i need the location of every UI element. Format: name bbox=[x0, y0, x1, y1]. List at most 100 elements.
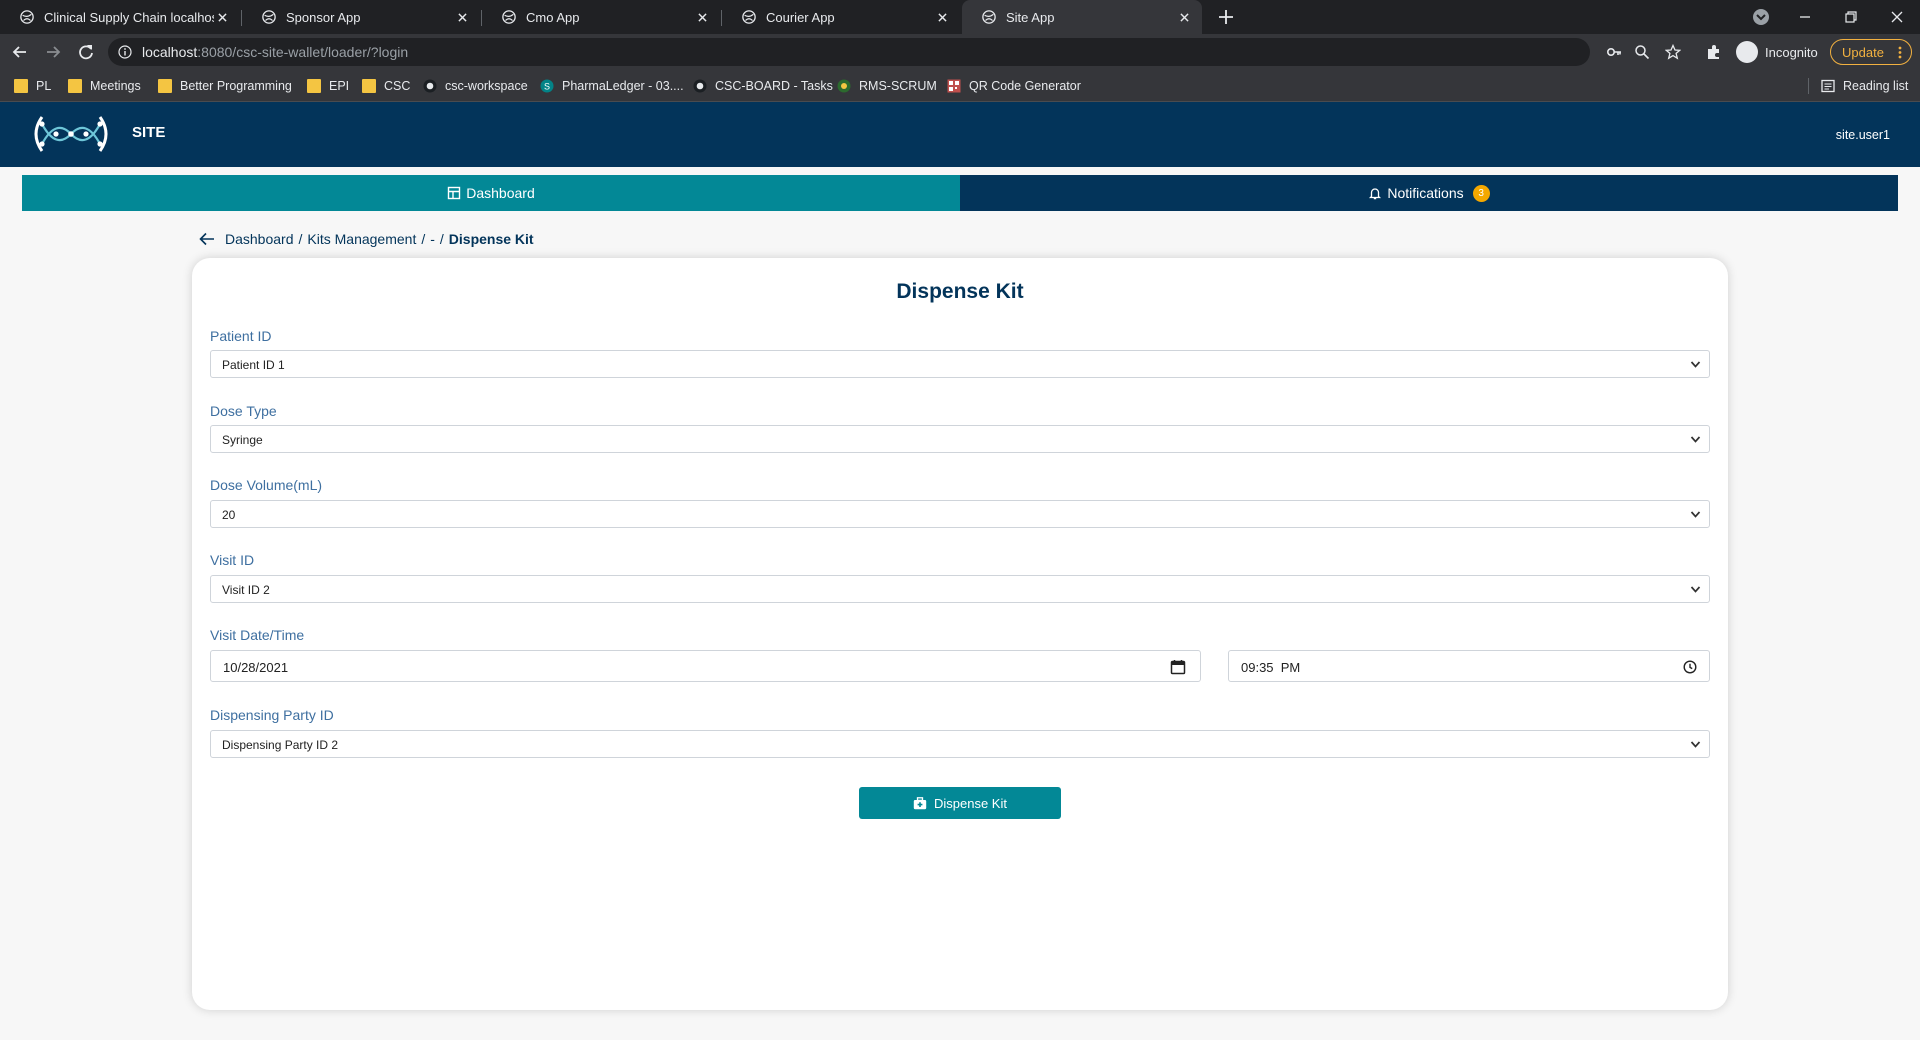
browser-tab-title: Clinical Supply Chain localhost bbox=[44, 9, 214, 25]
dose-type-value: Syringe bbox=[222, 433, 263, 447]
chevron-down-icon bbox=[1690, 436, 1701, 443]
dispense-kit-card: Dispense Kit Patient ID Patient ID 1 Dos… bbox=[192, 258, 1728, 1010]
dose-type-select[interactable]: Syringe bbox=[210, 425, 1710, 453]
browser-tab[interactable]: Cmo App bbox=[482, 0, 720, 34]
dispense-kit-button[interactable]: Dispense Kit bbox=[859, 787, 1061, 819]
page-title: Dispense Kit bbox=[896, 280, 1024, 303]
minimize-icon[interactable] bbox=[1794, 6, 1816, 28]
bookmark-star-icon[interactable] bbox=[1665, 44, 1681, 60]
breadcrumb-separator: / bbox=[439, 231, 444, 247]
browser-tab-active[interactable]: Site App bbox=[962, 0, 1202, 34]
bookmark-label: RMS-SCRUM bbox=[859, 79, 937, 93]
back-icon[interactable] bbox=[10, 42, 30, 62]
browser-tab-strip: Clinical Supply Chain localhost Sponsor … bbox=[0, 0, 1920, 34]
arrow-left-icon[interactable] bbox=[198, 230, 216, 248]
globe-icon bbox=[262, 10, 276, 24]
zoom-icon[interactable] bbox=[1634, 44, 1650, 60]
breadcrumb: Dashboard / Kits Management / - / Dispen… bbox=[198, 229, 534, 249]
app-nav-tabs: Dashboard Notifications 3 bbox=[22, 175, 1898, 211]
close-icon[interactable] bbox=[694, 9, 710, 25]
visit-time-input[interactable]: 09:35 PM bbox=[1228, 650, 1710, 682]
github-icon bbox=[423, 79, 437, 93]
svg-text:S: S bbox=[544, 82, 550, 92]
visit-time-value: 09:35 PM bbox=[1241, 660, 1301, 675]
browser-tab-title: Courier App bbox=[766, 9, 835, 25]
window-close-icon[interactable] bbox=[1886, 6, 1908, 28]
reload-icon[interactable] bbox=[76, 42, 96, 62]
bookmark-item[interactable]: RMS-SCRUM bbox=[837, 77, 937, 95]
incognito-icon bbox=[1736, 41, 1758, 63]
globe-icon bbox=[742, 10, 756, 24]
restore-icon[interactable] bbox=[1840, 6, 1862, 28]
chevron-down-icon bbox=[1690, 586, 1701, 593]
address-bar[interactable]: localhost:8080/csc-site-wallet/loader/?l… bbox=[108, 38, 1681, 66]
visit-date-value: 10/28/2021 bbox=[223, 660, 289, 675]
sharepoint-icon: S bbox=[540, 79, 554, 93]
reading-list[interactable]: Reading list bbox=[1821, 77, 1908, 95]
breadcrumb-dashboard[interactable]: Dashboard bbox=[225, 231, 294, 247]
bookmark-item[interactable]: csc-workspace bbox=[423, 77, 528, 95]
app-name: SITE bbox=[132, 124, 166, 141]
close-icon[interactable] bbox=[934, 9, 950, 25]
bookmark-item[interactable]: S PharmaLedger - 03.... bbox=[540, 77, 684, 95]
breadcrumb-kit-id[interactable]: - bbox=[430, 231, 435, 247]
reading-list-icon bbox=[1821, 79, 1835, 93]
extensions-icon[interactable] bbox=[1704, 42, 1724, 62]
browser-tab-title: Sponsor App bbox=[286, 9, 361, 25]
visit-datetime-label: Visit Date/Time bbox=[210, 627, 305, 643]
dose-volume-label: Dose Volume(mL) bbox=[210, 477, 323, 493]
tab-search-icon[interactable] bbox=[1750, 6, 1772, 28]
bookmark-item[interactable]: QR Code Generator bbox=[947, 77, 1081, 95]
incognito-indicator[interactable]: Incognito bbox=[1736, 40, 1818, 64]
clock-icon[interactable] bbox=[1683, 660, 1697, 674]
dashboard-icon bbox=[448, 186, 461, 200]
bookmark-label: Meetings bbox=[90, 79, 141, 93]
dispensing-party-select[interactable]: Dispensing Party ID 2 bbox=[210, 730, 1710, 758]
chevron-down-icon bbox=[1690, 511, 1701, 518]
calendar-icon[interactable] bbox=[1170, 659, 1186, 675]
key-icon[interactable] bbox=[1606, 44, 1622, 60]
visit-id-select[interactable]: Visit ID 2 bbox=[210, 575, 1710, 603]
tab-notifications[interactable]: Notifications 3 bbox=[960, 175, 1898, 211]
bookmark-item[interactable]: CSC-BOARD - Tasks bbox=[693, 77, 833, 95]
tab-dashboard-label: Dashboard bbox=[466, 185, 535, 201]
folder-icon bbox=[158, 79, 172, 93]
bookmark-label: Better Programming bbox=[180, 79, 292, 93]
dose-volume-select[interactable]: 20 bbox=[210, 500, 1710, 528]
notifications-count-badge: 3 bbox=[1472, 184, 1490, 202]
close-icon[interactable] bbox=[454, 9, 470, 25]
globe-icon bbox=[982, 10, 996, 24]
browser-tab[interactable]: Clinical Supply Chain localhost bbox=[0, 0, 240, 34]
browser-tab[interactable]: Courier App bbox=[722, 0, 960, 34]
tab-notifications-label: Notifications bbox=[1387, 185, 1464, 201]
bookmark-item[interactable]: CSC bbox=[362, 77, 410, 95]
url-text[interactable]: localhost:8080/csc-site-wallet/loader/?l… bbox=[142, 44, 408, 60]
bookmark-item[interactable]: EPI bbox=[307, 77, 349, 95]
bookmark-label: CSC bbox=[384, 79, 411, 93]
jira-icon bbox=[837, 79, 851, 93]
bookmark-item[interactable]: Better Programming bbox=[158, 77, 292, 95]
chevron-down-icon bbox=[1690, 361, 1701, 368]
forward-icon[interactable] bbox=[43, 42, 63, 62]
bookmark-item[interactable]: Meetings bbox=[68, 77, 141, 95]
browser-tab-title: Cmo App bbox=[526, 9, 580, 25]
bookmark-item[interactable]: PL bbox=[14, 77, 51, 95]
close-icon[interactable] bbox=[1176, 9, 1192, 25]
new-tab-icon[interactable] bbox=[1216, 7, 1236, 27]
patient-id-select[interactable]: Patient ID 1 bbox=[210, 350, 1710, 378]
breadcrumb-separator: / bbox=[421, 231, 426, 247]
folder-icon bbox=[14, 79, 28, 93]
bookmark-label: PL bbox=[36, 79, 52, 93]
breadcrumb-kits-management[interactable]: Kits Management bbox=[307, 231, 416, 247]
visit-date-input[interactable]: 10/28/2021 bbox=[210, 650, 1201, 682]
github-icon bbox=[693, 79, 707, 93]
bookmark-label: CSC-BOARD - Tasks bbox=[715, 79, 833, 93]
update-button[interactable]: Update bbox=[1830, 39, 1912, 65]
bookmark-label: EPI bbox=[329, 79, 350, 93]
close-icon[interactable] bbox=[214, 9, 230, 25]
pharmaledger-logo[interactable] bbox=[28, 114, 114, 154]
browser-tab[interactable]: Sponsor App bbox=[242, 0, 480, 34]
tab-dashboard[interactable]: Dashboard bbox=[22, 175, 960, 211]
user-name[interactable]: site.user1 bbox=[1836, 128, 1890, 142]
site-info-icon[interactable] bbox=[118, 45, 132, 59]
